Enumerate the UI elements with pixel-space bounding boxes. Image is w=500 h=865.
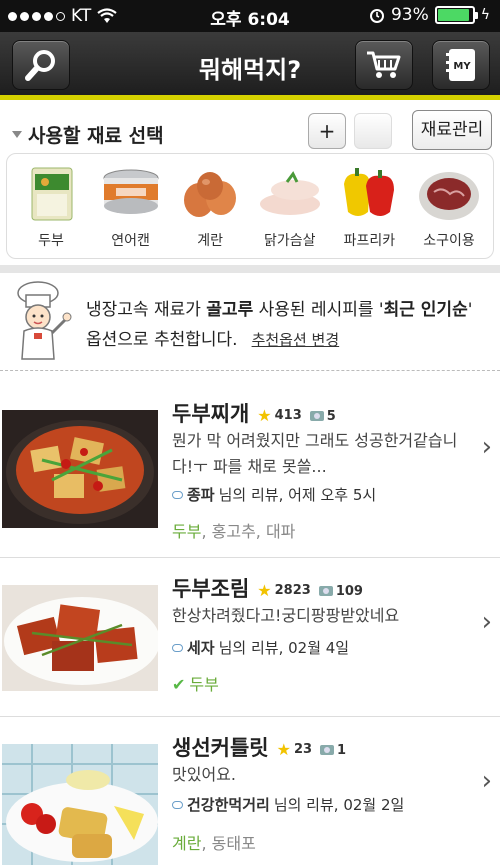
alarm-icon [369, 9, 384, 23]
notebook-icon: MY [446, 49, 475, 81]
speech-bubble-icon [172, 490, 183, 499]
check-icon: ✔ [172, 675, 186, 694]
recipe-review-meta: 건강한먹거리 님의 리뷰, 02월 2일 [172, 794, 404, 815]
beef-icon [418, 172, 479, 220]
recipe-thumbnail [2, 585, 158, 691]
recipe-photo-count: 5 [309, 409, 336, 424]
recipe-photo-count: 109 [318, 584, 363, 599]
star-icon: ★ [276, 740, 291, 759]
app-title: 뭐해먹지? [198, 56, 302, 84]
cart-button[interactable] [355, 40, 413, 90]
egg-icon [184, 172, 237, 217]
nav-bar: 뭐해먹지? MY [0, 32, 500, 100]
status-bar: KT 오후 6:04 93% ϟ [0, 0, 500, 32]
salmon-can-icon [103, 169, 159, 214]
ingredient-item[interactable]: 연어캔 [93, 164, 169, 258]
ingredient-item[interactable]: 소구이용 [411, 164, 487, 258]
star-icon: ★ [257, 406, 272, 425]
battery-icon [434, 6, 478, 24]
tofu-icon [31, 167, 73, 221]
chicken-breast-icon [259, 171, 320, 215]
remove-ingredient-button[interactable] [354, 113, 392, 149]
recipe-title: 두부조림 [172, 577, 250, 601]
recipe-rating: ★ 413 [257, 406, 302, 425]
battery-percent: 93% [390, 5, 429, 25]
camera-icon [309, 411, 324, 421]
charging-icon: ϟ [480, 7, 490, 23]
add-ingredient-button[interactable]: + [308, 113, 346, 149]
recipe-rating: ★ 2823 [257, 581, 311, 600]
recipe-title-row: 생선커틀릿 ★ 23 1 [172, 732, 346, 762]
chevron-right-icon[interactable]: › [482, 432, 492, 462]
recipe-thumbnail [2, 744, 158, 865]
recipe-review-text: 맛있어요. [172, 765, 236, 784]
recipe-thumbnail [2, 410, 158, 528]
camera-icon [320, 745, 335, 755]
recipe-ingredients: 두부, 홍고추, 대파 [172, 522, 296, 541]
camera-icon [318, 586, 333, 596]
ingredient-item[interactable]: 파프리카 [331, 164, 407, 258]
ingredient-item[interactable]: 닭가슴살 [252, 164, 328, 258]
my-button[interactable]: MY [432, 40, 490, 90]
recipe-item[interactable]: 두부찌개 ★ 413 5 뭔가 막 어려웠지만 그래도 성공한거같습니다!ㅜ 파를… [0, 386, 500, 558]
speech-bubble-icon [172, 800, 183, 809]
section-divider [0, 265, 500, 273]
collapse-triangle-icon [12, 131, 22, 138]
chef-icon [17, 281, 72, 360]
recipe-review-text: 한상차려줬다고!궁디팡팡받았네요 [172, 606, 400, 625]
recipe-review-meta: 종파 님의 리뷰, 어제 오후 5시 [172, 484, 376, 505]
recipe-title-row: 두부조림 ★ 2823 109 [172, 573, 363, 603]
star-icon: ★ [257, 581, 272, 600]
recipe-photo-count: 1 [320, 743, 346, 758]
manage-ingredients-button[interactable]: 재료관리 [412, 110, 492, 150]
ingredient-list: 두부 연어캔 계란 닭가슴살 파프리카 소구이용 [6, 153, 494, 259]
ingredient-item[interactable]: 두부 [13, 164, 89, 258]
ingredient-section-title[interactable]: 사용할 재료 선택 [12, 121, 164, 148]
ingredient-item[interactable]: 계란 [172, 164, 248, 258]
recommendation-notice: 냉장고속 재료가 골고루 사용된 레시피를 '최근 인기순' 옵션으로 추천합니… [0, 273, 500, 371]
recipe-ingredients: ✔ 두부 [172, 675, 219, 694]
recipe-ingredients: 계란, 동태포 [172, 834, 256, 853]
notice-text: 냉장고속 재료가 골고루 사용된 레시피를 '최근 인기순' 옵션으로 추천합니… [86, 300, 473, 350]
recipe-review-text: 뭔가 막 어려웠지만 그래도 성공한거같습니다!ㅜ 파를 채로 못쓸... [172, 431, 458, 476]
recipe-title-row: 두부찌개 ★ 413 5 [172, 398, 336, 428]
speech-bubble-icon [172, 643, 183, 652]
my-label: MY [453, 61, 471, 72]
cart-icon [367, 51, 401, 78]
change-option-link[interactable]: 추천옵션 변경 [252, 331, 340, 349]
recipe-rating: ★ 23 [276, 740, 313, 759]
recipe-review-meta: 세자 님의 리뷰, 02월 4일 [172, 637, 349, 658]
chevron-right-icon[interactable]: › [482, 766, 492, 796]
recipe-title: 생선커틀릿 [172, 736, 269, 760]
recipe-item[interactable]: 생선커틀릿 ★ 23 1 맛있어요. 건강한먹거리 님의 리뷰, 02월 2일 계란… [0, 718, 500, 865]
recipe-title: 두부찌개 [172, 402, 250, 426]
paprika-icon [344, 168, 395, 216]
chevron-right-icon[interactable]: › [482, 607, 492, 637]
battery-info: 93% ϟ [369, 5, 490, 25]
recipe-item[interactable]: 두부조림 ★ 2823 109 한상차려줬다고!궁디팡팡받았네요 세자 님의 리뷰,… [0, 559, 500, 717]
